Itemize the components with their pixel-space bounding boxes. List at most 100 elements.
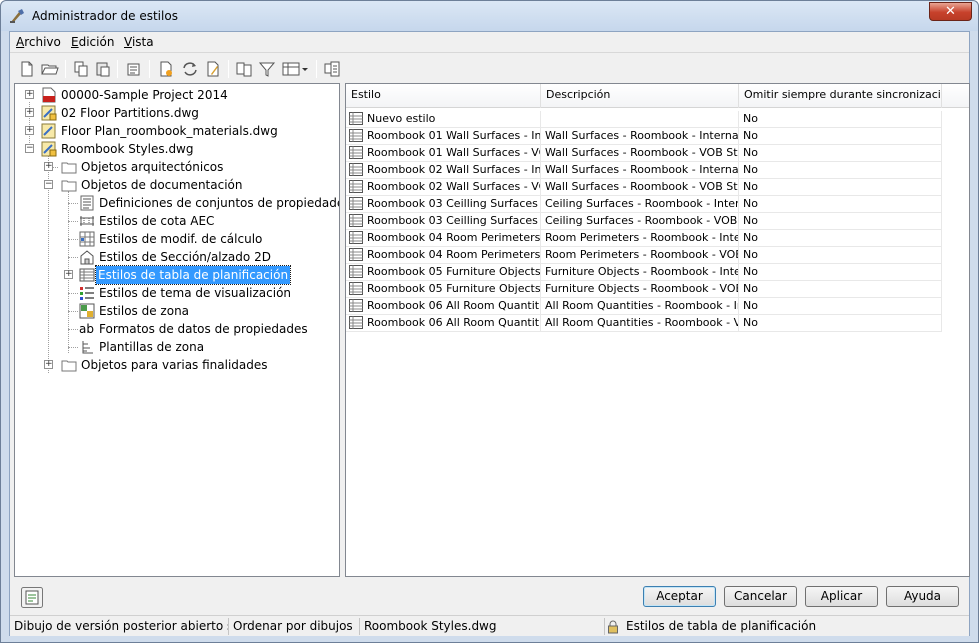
new-style-icon[interactable] xyxy=(157,60,175,78)
tree-item-sample-project[interactable]: + 00000-Sample Project 2014 xyxy=(15,86,335,104)
help-button[interactable]: Ayuda xyxy=(886,586,959,607)
compare-icon[interactable] xyxy=(235,60,253,78)
list-row[interactable]: Roombook 04 Room Perimeters - ... Room P… xyxy=(346,247,942,264)
expand-icon[interactable]: + xyxy=(25,90,34,99)
style-name: Roombook 03 Ceilling Surfaces - ... xyxy=(367,214,541,227)
status-sort-text: Ordenar por dibujos xyxy=(229,618,360,635)
schedule-table-icon xyxy=(349,299,363,312)
style-list[interactable]: Estilo Descripción Omitir siempre durant… xyxy=(345,83,970,577)
expand-icon[interactable]: + xyxy=(25,126,34,135)
column-header-description[interactable]: Descripción xyxy=(541,84,739,108)
skip-sync-value: No xyxy=(739,315,942,332)
tree-item-architectural-objects[interactable]: + Objetos arquitectónicos xyxy=(15,158,335,176)
status-bar: Dibujo de versión posterior abierto sólo… xyxy=(10,615,969,636)
tree-item-property-set-definitions[interactable]: Definiciones de conjuntos de propiedades xyxy=(15,194,339,212)
tree-item-label: Estilos de tabla de planificación xyxy=(94,265,292,285)
style-manager-window: Administrador de estilos ✕ Archivo Edici… xyxy=(0,0,979,643)
style-name: Roombook 06 All Room Quantitie... xyxy=(367,299,541,312)
style-name: Roombook 04 Room Perimeters - ... xyxy=(367,231,541,244)
accept-button[interactable]: Aceptar xyxy=(643,586,716,607)
collapse-icon[interactable]: − xyxy=(44,180,53,189)
tree-item-floor-partitions[interactable]: + 02 Floor Partitions.dwg xyxy=(15,104,335,122)
tree-item-zone-styles[interactable]: Estilos de zona xyxy=(15,302,335,320)
synchronize-icon[interactable] xyxy=(181,60,199,78)
style-tree[interactable]: + 00000-Sample Project 2014 + 02 Floor P… xyxy=(14,83,340,577)
column-header-style[interactable]: Estilo xyxy=(346,84,541,108)
paste-icon[interactable] xyxy=(94,60,112,78)
folder-icon xyxy=(61,360,77,372)
tree-item-property-data-formats[interactable]: ab Formatos de datos de propiedades xyxy=(15,320,335,338)
project-icon xyxy=(42,87,56,103)
tree-item-display-theme-styles[interactable]: Estilos de tema de visualización xyxy=(15,284,335,302)
new-icon[interactable] xyxy=(18,60,36,78)
list-row[interactable]: Roombook 02 Wall Surfaces - VO... Wall S… xyxy=(346,179,942,196)
tree-item-floor-plan[interactable]: + Floor Plan_roombook_materials.dwg xyxy=(15,122,335,140)
list-row[interactable]: Nuevo estilo No xyxy=(346,111,942,128)
skip-sync-value: No xyxy=(739,230,942,247)
tree-item-label: Roombook Styles.dwg xyxy=(61,142,194,156)
list-row[interactable]: Roombook 01 Wall Surfaces - VO... Wall S… xyxy=(346,145,942,162)
view-icon[interactable] xyxy=(282,60,310,78)
skip-sync-value: No xyxy=(739,179,942,196)
style-description: Wall Surfaces - Roombook - Interna xyxy=(541,128,739,145)
title-bar: Administrador de estilos ✕ xyxy=(1,1,978,31)
schedule-table-icon xyxy=(349,163,363,176)
expand-icon[interactable]: + xyxy=(64,270,73,279)
list-row[interactable]: Roombook 05 Furniture Objects -... Furni… xyxy=(346,281,942,298)
list-row[interactable]: Roombook 06 All Room Quantitie... All Ro… xyxy=(346,298,942,315)
calculation-icon xyxy=(79,231,95,247)
close-button[interactable]: ✕ xyxy=(929,2,972,21)
list-row[interactable]: Roombook 01 Wall Surfaces - Inte... Wall… xyxy=(346,128,942,145)
schedule-table-icon xyxy=(349,112,363,125)
copy-icon[interactable] xyxy=(72,60,90,78)
schedule-table-icon xyxy=(79,268,95,282)
apply-button[interactable]: Aplicar xyxy=(805,586,878,607)
lock-icon xyxy=(608,620,618,634)
style-name: Roombook 05 Furniture Objects -... xyxy=(367,282,541,295)
expand-icon[interactable]: + xyxy=(25,108,34,117)
client-area: Archivo Edición Vista + 00000-Sample Pro… xyxy=(9,31,970,636)
zone-template-icon xyxy=(82,341,93,354)
status-version-text: Dibujo de versión posterior abierto sólo… xyxy=(10,618,229,635)
skip-sync-value: No xyxy=(739,264,942,281)
filter-icon[interactable] xyxy=(258,60,276,78)
column-header-skip-sync[interactable]: Omitir siempre durante sincronizació... xyxy=(739,84,942,108)
tree-item-schedule-table-styles[interactable]: + Estilos de tabla de planificación xyxy=(15,265,335,285)
style-description: Room Perimeters - Roombook - VOB ... xyxy=(541,247,739,264)
style-description: Ceiling Surfaces - Roombook - VOB St... xyxy=(541,213,739,230)
status-file-text: Roombook Styles.dwg xyxy=(360,618,605,635)
tree-item-multi-purpose-objects[interactable]: + Objetos para varias finalidades xyxy=(15,356,335,374)
toggle-pane-icon[interactable] xyxy=(21,587,43,608)
toggle-view-icon[interactable] xyxy=(323,60,341,78)
tree-item-label: Plantillas de zona xyxy=(99,340,205,354)
open-icon[interactable] xyxy=(41,60,59,78)
tree-item-zone-templates[interactable]: Plantillas de zona xyxy=(15,338,335,356)
menu-archivo[interactable]: Archivo xyxy=(16,35,61,49)
tree-item-label: Objetos para varias finalidades xyxy=(81,358,268,372)
style-name: Roombook 05 Furniture Objects -... xyxy=(367,265,541,278)
edit-style-icon[interactable] xyxy=(204,60,222,78)
tree-item-calculation-modifier-styles[interactable]: Estilos de modif. de cálculo xyxy=(15,230,335,248)
expand-icon[interactable]: + xyxy=(44,162,53,171)
style-description: Furniture Objects - Roombook - VOB ... xyxy=(541,281,739,298)
cancel-button[interactable]: Cancelar xyxy=(724,586,797,607)
tree-item-roombook-styles[interactable]: − Roombook Styles.dwg xyxy=(15,140,335,158)
tree-item-aec-dimension-styles[interactable]: Estilos de cota AEC xyxy=(15,212,335,230)
menu-bar: Archivo Edición Vista xyxy=(10,32,969,53)
menu-edicion[interactable]: Edición xyxy=(71,35,114,49)
list-row[interactable]: Roombook 03 Ceilling Surfaces - ... Ceil… xyxy=(346,196,942,213)
drawing-icon xyxy=(41,123,56,139)
zone-icon xyxy=(79,303,95,319)
list-row[interactable]: Roombook 05 Furniture Objects -... Furni… xyxy=(346,264,942,281)
menu-vista[interactable]: Vista xyxy=(124,35,154,49)
list-row[interactable]: Roombook 03 Ceilling Surfaces - ... Ceil… xyxy=(346,213,942,230)
list-header: Estilo Descripción Omitir siempre durant… xyxy=(346,84,969,108)
list-row[interactable]: Roombook 06 All Room Quantitie... All Ro… xyxy=(346,315,942,332)
purge-icon[interactable] xyxy=(125,60,143,78)
expand-icon[interactable]: + xyxy=(44,360,53,369)
list-row[interactable]: Roombook 02 Wall Surfaces - Int... Wall … xyxy=(346,162,942,179)
list-row[interactable]: Roombook 04 Room Perimeters - ... Room P… xyxy=(346,230,942,247)
tree-item-section-elevation-styles[interactable]: Estilos de Sección/alzado 2D xyxy=(15,248,335,266)
tree-item-documentation-objects[interactable]: − Objetos de documentación xyxy=(15,176,335,194)
collapse-icon[interactable]: − xyxy=(25,144,34,153)
